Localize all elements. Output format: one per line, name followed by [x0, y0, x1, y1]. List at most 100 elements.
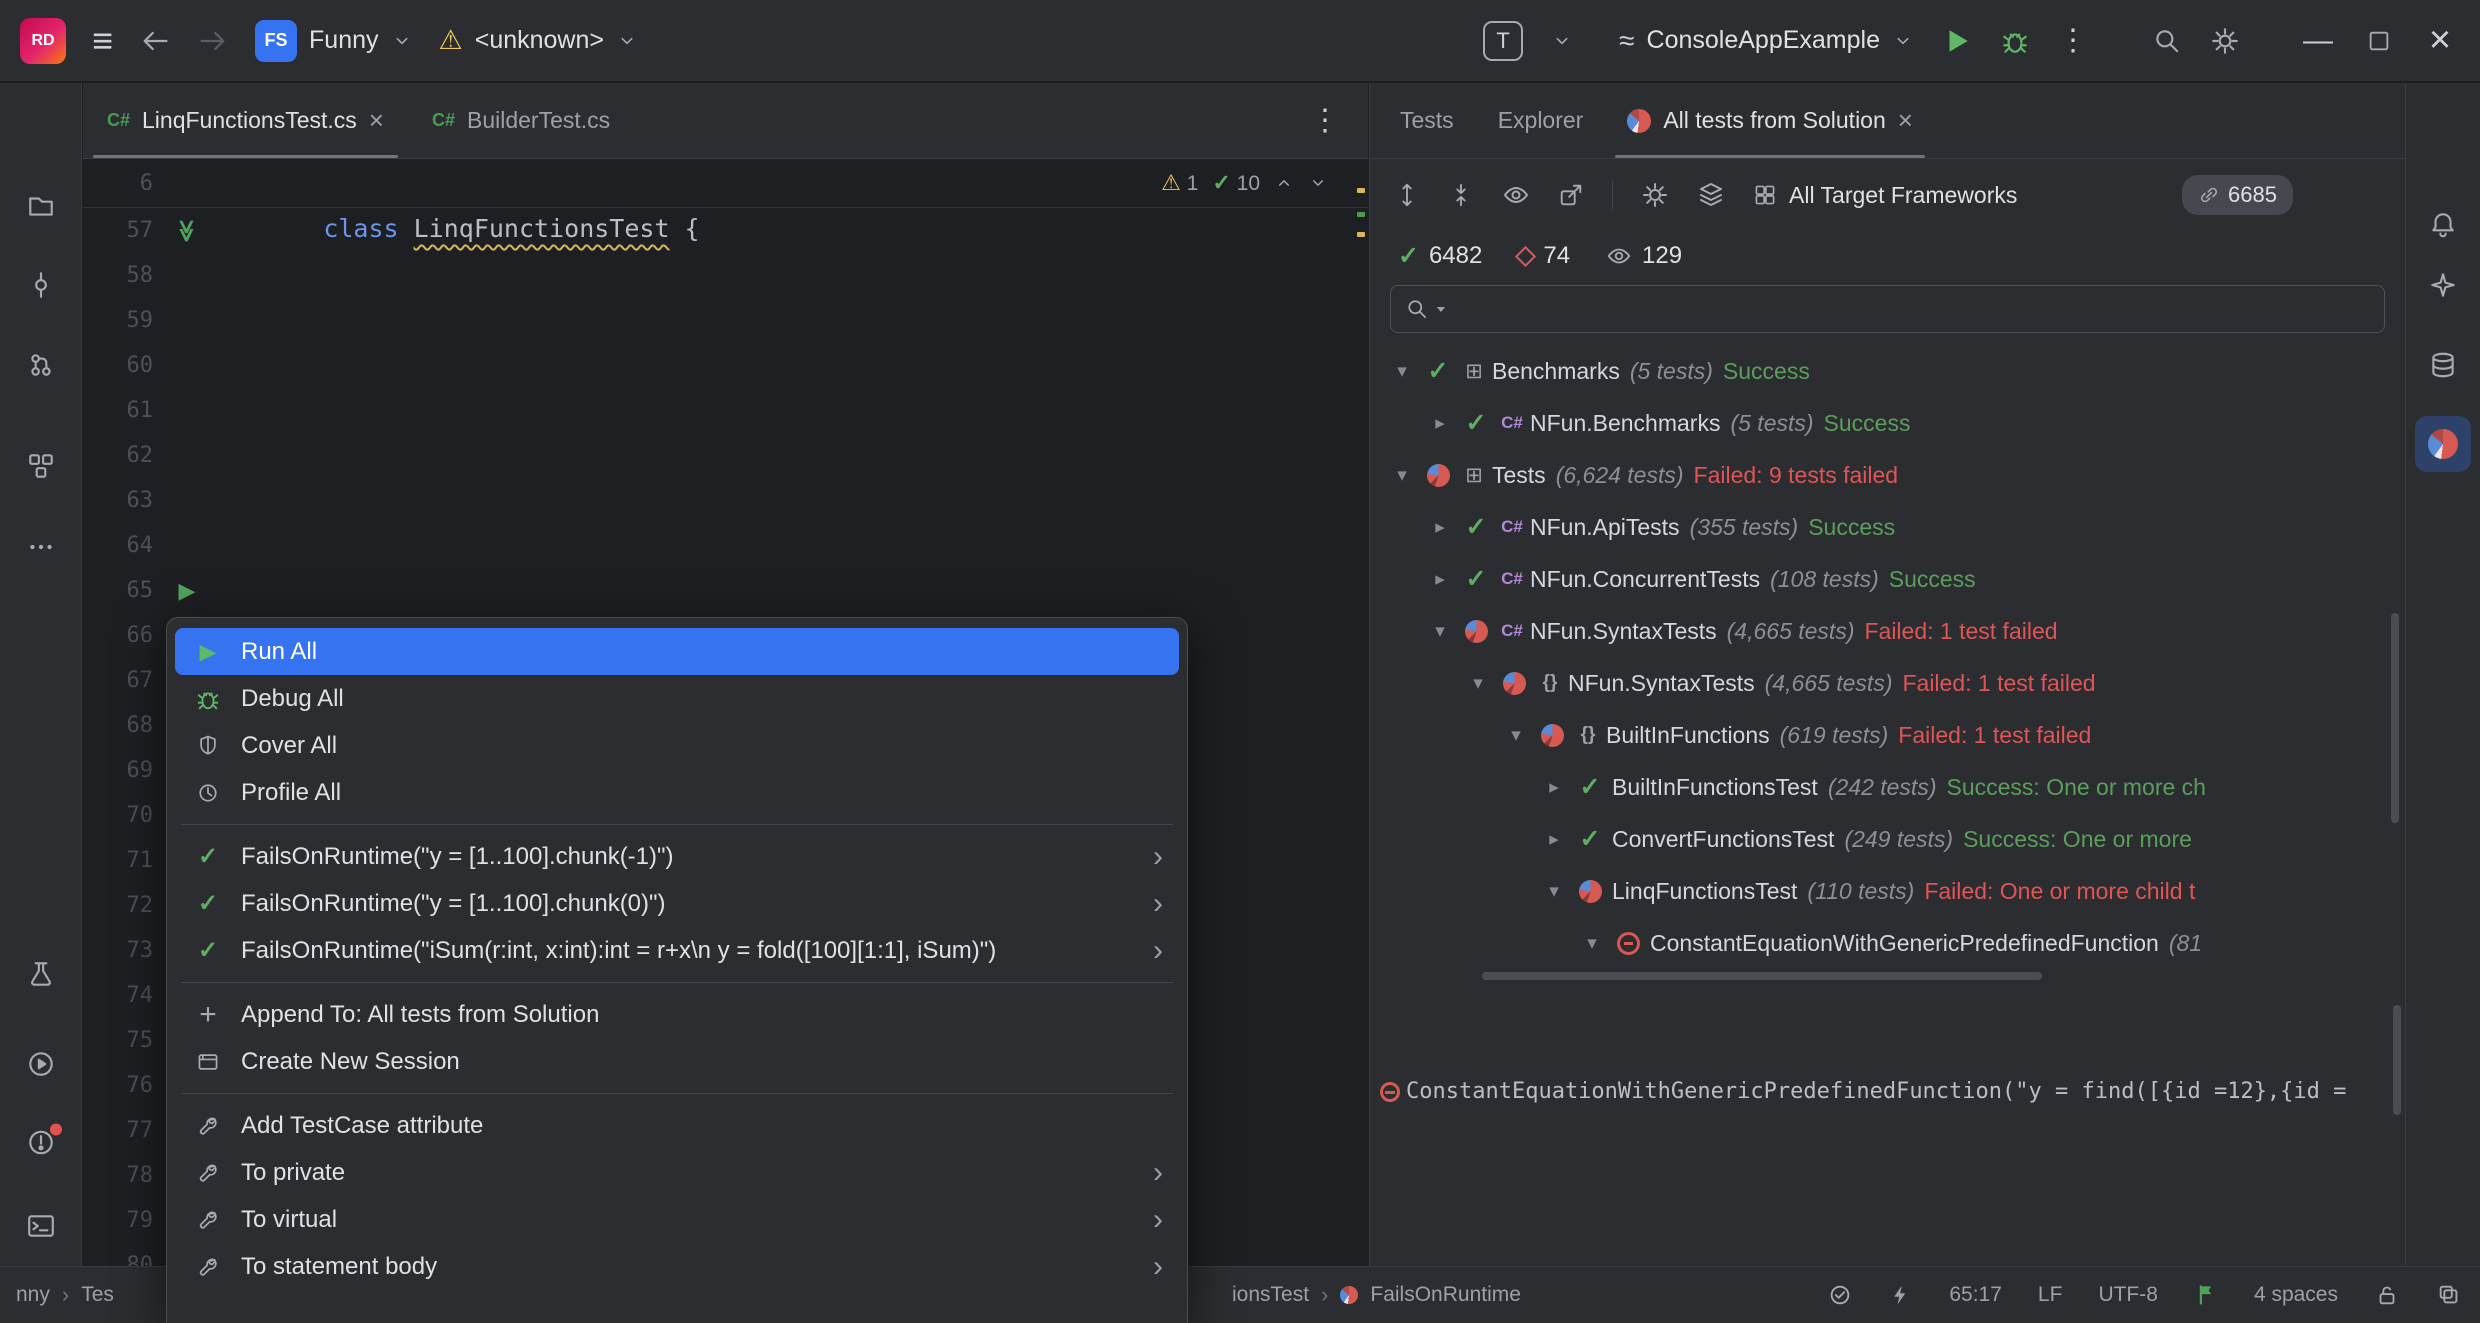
failed-counter[interactable]: 74 [1518, 242, 1570, 270]
prev-problem-icon[interactable] [1274, 173, 1294, 193]
line-ending[interactable]: LF [2038, 1283, 2063, 1307]
ai-assistant-icon[interactable] [2428, 270, 2458, 300]
project-folder-icon[interactable] [26, 191, 56, 221]
settings-gear-icon[interactable] [2210, 26, 2240, 56]
test-tree-row[interactable]: ▸ BuiltInFunctionsTest (242 tests) Succe… [1370, 761, 2405, 813]
tree-chevron-icon[interactable]: ▸ [1422, 412, 1458, 435]
gutter-icon[interactable] [161, 580, 213, 602]
menu-item-test[interactable]: ✓ FailsOnRuntime("y = [1..100].chunk(-1)… [175, 833, 1179, 880]
database-icon[interactable] [2428, 350, 2458, 380]
test-tree-row[interactable]: ▾ C# NFun.SyntaxTests (4,665 tests) Fail… [1370, 605, 2405, 657]
indent-setting[interactable]: 4 spaces [2254, 1283, 2338, 1307]
tree-chevron-icon[interactable]: ▸ [1536, 828, 1572, 851]
code-line[interactable]: 62 [TestCase( [83, 433, 1368, 478]
encoding[interactable]: UTF-8 [2098, 1283, 2158, 1307]
menu-item-to-statement-body[interactable]: To statement body › [175, 1243, 1179, 1290]
code-line[interactable]: 65 public void FailsOnRuntime(string exp… [83, 568, 1368, 613]
menu-item-create-new-session[interactable]: Create New Session [175, 1038, 1179, 1085]
code-line[interactable]: 60 [TestCase( expr: "y = [1..100].chunk(… [83, 343, 1368, 388]
terminal-icon[interactable] [26, 1211, 56, 1241]
tree-chevron-icon[interactable]: ▾ [1384, 360, 1420, 383]
editor-scrollbar[interactable] [1354, 160, 1368, 1266]
tree-scrollbar[interactable] [2391, 613, 2399, 823]
code-line[interactable]: 58 => expr.AssertReturns( id: "y", expec… [83, 253, 1368, 298]
tree-chevron-icon[interactable]: ▸ [1536, 776, 1572, 799]
forward-icon[interactable] [197, 25, 229, 57]
tab-tests[interactable]: Tests [1378, 83, 1476, 158]
ignored-counter[interactable]: 129 [1606, 242, 1682, 270]
tab-explorer[interactable]: Explorer [1476, 83, 1606, 158]
breadcrumb[interactable]: nny › Tes [16, 1267, 114, 1323]
tree-chevron-icon[interactable]: ▸ [1422, 568, 1458, 591]
test-tree-row[interactable]: ▾ ConstantEquationWithGenericPredefinedF… [1370, 917, 2405, 969]
search-history-chevron-icon[interactable] [1437, 307, 1445, 312]
tree-chevron-icon[interactable]: ▾ [1536, 880, 1572, 903]
test-tree-row[interactable]: ▸ ConvertFunctionsTest (249 tests) Succe… [1370, 813, 2405, 865]
run-widget-icon[interactable]: T [1483, 21, 1523, 61]
main-menu-icon[interactable]: ≡ [92, 23, 113, 59]
notifications-bell-icon[interactable] [2428, 210, 2458, 240]
menu-item-debug-all[interactable]: Debug All [175, 675, 1179, 722]
lock-icon[interactable] [2374, 1282, 2400, 1308]
unit-tests-icon[interactable] [26, 959, 56, 989]
breadcrumb-right[interactable]: ionsTest › FailsOnRuntime [1232, 1267, 1521, 1323]
menu-item-test[interactable]: ✓ FailsOnRuntime("y = [1..100].chunk(0)"… [175, 880, 1179, 927]
code-line[interactable]: 63 expr: @"iSum(r:int, x:int):int = r+x [83, 478, 1368, 523]
tab-close-icon[interactable]: × [1898, 105, 1913, 136]
project-selector[interactable]: FS Funny [255, 20, 412, 62]
unit-tests-toolwindow-button[interactable] [2415, 416, 2471, 472]
run-config-problem-selector[interactable]: ⚠ <unknown> [439, 25, 639, 56]
tree-hscrollbar[interactable] [1370, 969, 2405, 983]
test-tree-row[interactable]: ▾ {} BuiltInFunctions (619 tests) Failed… [1370, 709, 2405, 761]
inspections-flag-icon[interactable] [2194, 1283, 2218, 1307]
test-tree-row[interactable]: ▾ LinqFunctionsTest (110 tests) Failed: … [1370, 865, 2405, 917]
test-tree[interactable]: ▾ ⊞ Benchmarks (5 tests) Success ▸ C# NF… [1370, 333, 2405, 969]
pull-requests-icon[interactable] [26, 350, 56, 380]
menu-item-to-private[interactable]: To private › [175, 1149, 1179, 1196]
target-frameworks-selector[interactable]: All Target Frameworks [1753, 182, 2017, 209]
test-tree-row[interactable]: ▾ ⊞ Tests (6,624 tests) Failed: 9 tests … [1370, 449, 2405, 501]
commit-icon[interactable] [26, 270, 56, 300]
maximize-button[interactable] [2366, 28, 2392, 54]
test-tree-row[interactable]: ▸ C# NFun.ConcurrentTests (108 tests) Su… [1370, 553, 2405, 605]
test-tree-row[interactable]: ▸ C# NFun.Benchmarks (5 tests) Success [1370, 397, 2405, 449]
code-line[interactable]: 64 y = fold([100][1:1], iSum)")] [83, 523, 1368, 568]
open-in-editor-icon[interactable] [1558, 182, 1584, 208]
passed-counter[interactable]: ✓6482 [1398, 241, 1482, 271]
expand-all-icon[interactable] [1394, 182, 1420, 208]
test-tree-row[interactable]: ▸ C# NFun.ApiTests (355 tests) Success [1370, 501, 2405, 553]
menu-item-profile-all[interactable]: Profile All [175, 769, 1179, 816]
menu-item-append-to-session[interactable]: Append To: All tests from Solution [175, 991, 1179, 1038]
test-output-console[interactable]: ConstantEquationWithGenericPredefinedFun… [1370, 983, 2405, 1266]
menu-item-cover-all[interactable]: Cover All [175, 722, 1179, 769]
layers-icon[interactable] [2436, 1282, 2462, 1308]
problems-icon[interactable] [26, 1128, 56, 1163]
show-passed-eye-icon[interactable] [1502, 181, 1530, 209]
tab-close-icon[interactable]: × [369, 105, 384, 136]
more-tools-icon[interactable] [26, 532, 56, 562]
inspection-widget[interactable]: ⚠ 1 ✓ 10 [1155, 168, 1334, 198]
tab-all-tests-from-solution[interactable]: All tests from Solution × [1605, 83, 1935, 158]
collapse-all-icon[interactable] [1448, 182, 1474, 208]
structure-icon[interactable] [26, 451, 56, 481]
code-line[interactable]: 57 public void HiOrderFunConstantEquatat… [83, 208, 1368, 253]
tree-chevron-icon[interactable]: ▸ [1422, 516, 1458, 539]
session-link-badge[interactable]: 6685 [2182, 175, 2293, 215]
debug-button[interactable] [2000, 26, 2030, 56]
tree-chevron-icon[interactable]: ▾ [1498, 724, 1534, 747]
menu-item-test[interactable]: ✓ FailsOnRuntime("iSum(r:int, x:int):int… [175, 927, 1179, 974]
sticky-line[interactable]: 6 class LinqFunctionsTest { ⚠ 1 ✓ 10 [83, 160, 1368, 208]
run-tool-icon[interactable] [26, 1049, 56, 1079]
tree-chevron-icon[interactable]: ▾ [1384, 464, 1420, 487]
tree-chevron-icon[interactable]: ▾ [1460, 672, 1496, 695]
menu-item-run-all[interactable]: Run All [175, 628, 1179, 675]
menu-item-add-testcase-attribute[interactable]: Add TestCase attribute [175, 1102, 1179, 1149]
menu-item-to-virtual[interactable]: To virtual › [175, 1196, 1179, 1243]
more-actions-icon[interactable]: ⋮ [2058, 23, 2088, 58]
code-line[interactable]: 61 [TestCase( expr: "y = [1..100].chunk(… [83, 388, 1368, 433]
coverage-layers-icon[interactable] [1697, 181, 1725, 209]
tab-buildertest[interactable]: C# BuilderTest.cs [408, 83, 634, 158]
output-scrollbar[interactable] [2393, 1005, 2401, 1115]
test-search-input[interactable] [1390, 285, 2385, 333]
gutter-icon[interactable] [161, 220, 213, 242]
